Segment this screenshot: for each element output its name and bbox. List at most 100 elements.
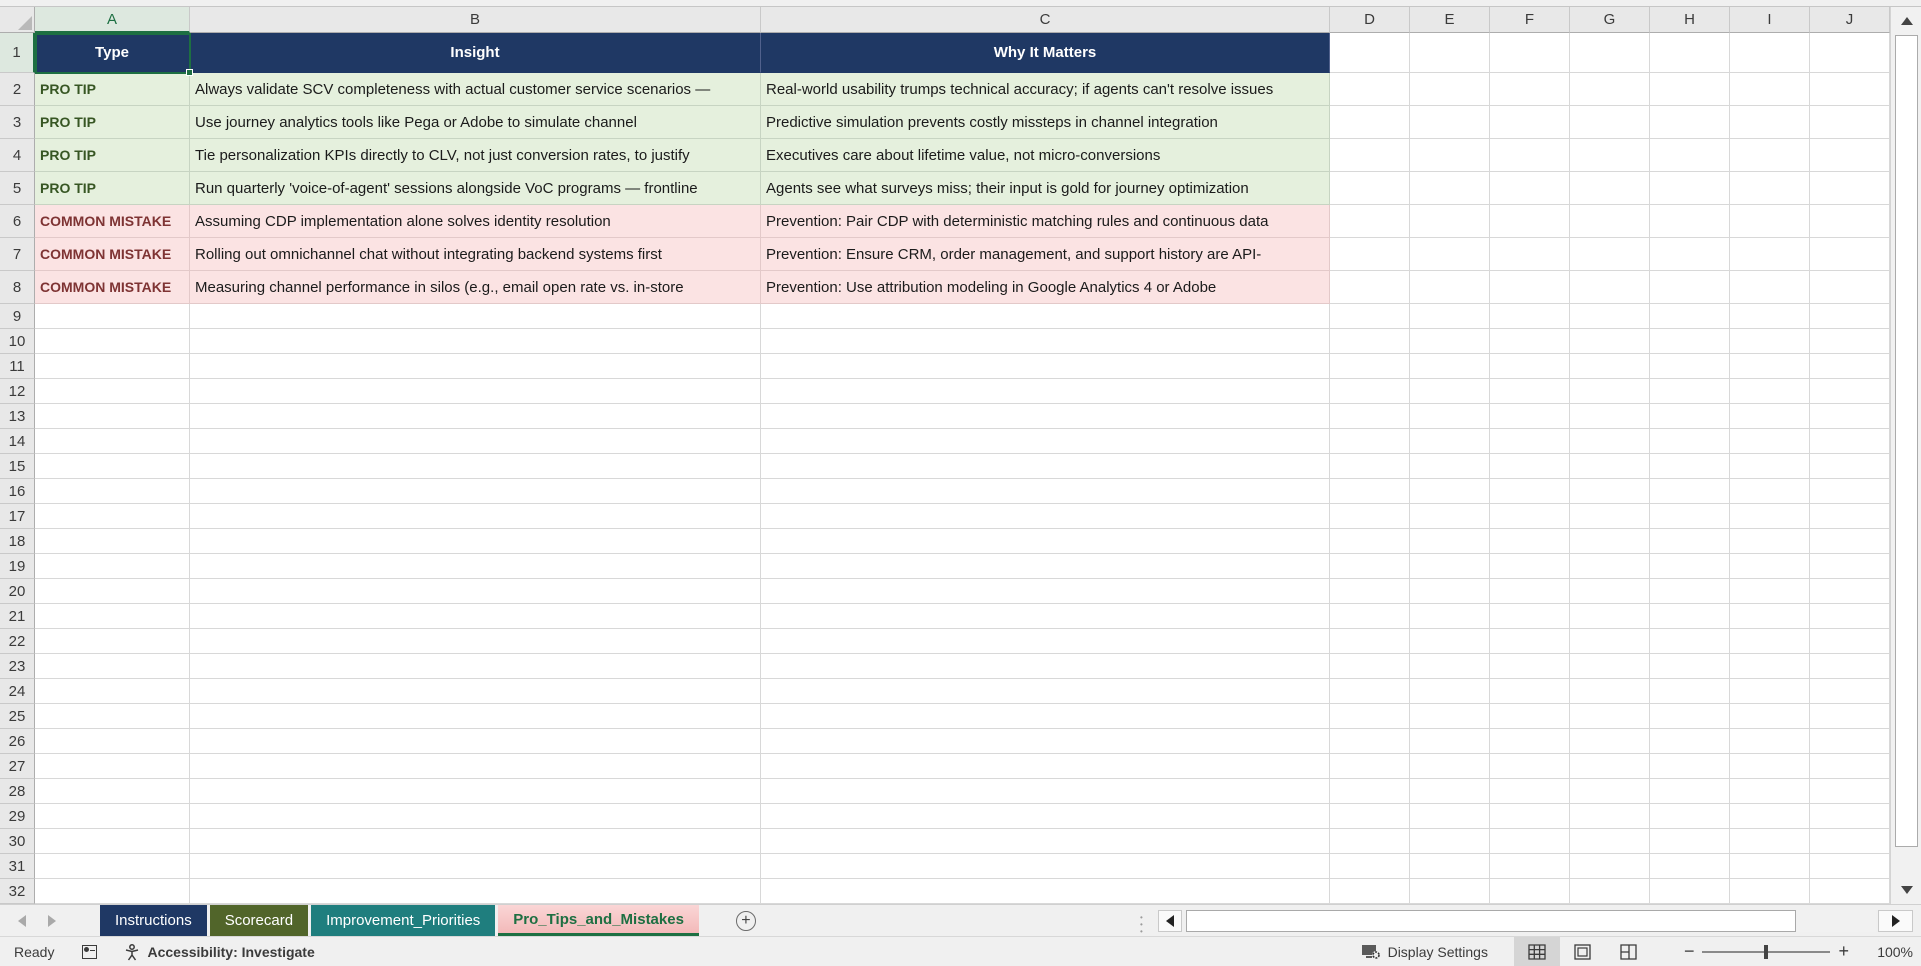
cell-e31[interactable]	[1410, 854, 1490, 879]
cell-j29[interactable]	[1810, 804, 1890, 829]
cell-j28[interactable]	[1810, 779, 1890, 804]
cell-a24[interactable]	[35, 679, 190, 704]
cell-j12[interactable]	[1810, 379, 1890, 404]
cell-g8[interactable]	[1570, 271, 1650, 304]
cell-f19[interactable]	[1490, 554, 1570, 579]
cell-j3[interactable]	[1810, 106, 1890, 139]
cell-i1[interactable]	[1730, 33, 1810, 73]
cell-d6[interactable]	[1330, 205, 1410, 238]
cell-a1[interactable]: Type	[35, 33, 190, 73]
cell-d10[interactable]	[1330, 329, 1410, 354]
vertical-scrollbar-thumb[interactable]	[1895, 35, 1918, 847]
cell-e28[interactable]	[1410, 779, 1490, 804]
hscroll-left-button[interactable]	[1158, 910, 1182, 932]
cell-d7[interactable]	[1330, 238, 1410, 271]
scroll-down-button[interactable]	[1894, 878, 1919, 902]
cell-g5[interactable]	[1570, 172, 1650, 205]
cell-f6[interactable]	[1490, 205, 1570, 238]
cell-j1[interactable]	[1810, 33, 1890, 73]
cell-c9[interactable]	[761, 304, 1330, 329]
cell-b30[interactable]	[190, 829, 761, 854]
cell-g7[interactable]	[1570, 238, 1650, 271]
cell-j23[interactable]	[1810, 654, 1890, 679]
horizontal-scrollbar-track[interactable]	[1796, 910, 1876, 932]
cell-c31[interactable]	[761, 854, 1330, 879]
cell-g27[interactable]	[1570, 754, 1650, 779]
cell-c3[interactable]: Predictive simulation prevents costly mi…	[761, 106, 1330, 139]
cell-e32[interactable]	[1410, 879, 1490, 904]
cell-h16[interactable]	[1650, 479, 1730, 504]
cell-b8[interactable]: Measuring channel performance in silos (…	[190, 271, 761, 304]
cell-i12[interactable]	[1730, 379, 1810, 404]
cell-e11[interactable]	[1410, 354, 1490, 379]
cell-d15[interactable]	[1330, 454, 1410, 479]
row-header-31[interactable]: 31	[0, 854, 35, 879]
display-settings-button[interactable]: Display Settings	[1361, 943, 1488, 961]
cell-e17[interactable]	[1410, 504, 1490, 529]
cell-g19[interactable]	[1570, 554, 1650, 579]
cell-b16[interactable]	[190, 479, 761, 504]
row-header-25[interactable]: 25	[0, 704, 35, 729]
cell-b29[interactable]	[190, 804, 761, 829]
zoom-slider[interactable]	[1702, 944, 1831, 959]
cell-a16[interactable]	[35, 479, 190, 504]
cell-e25[interactable]	[1410, 704, 1490, 729]
cell-g26[interactable]	[1570, 729, 1650, 754]
cell-h10[interactable]	[1650, 329, 1730, 354]
row-header-3[interactable]: 3	[0, 106, 35, 139]
hscroll-right-button[interactable]	[1878, 910, 1913, 932]
cell-c24[interactable]	[761, 679, 1330, 704]
cell-f9[interactable]	[1490, 304, 1570, 329]
cell-f4[interactable]	[1490, 139, 1570, 172]
zoom-slider-thumb[interactable]	[1763, 944, 1768, 959]
cell-j14[interactable]	[1810, 429, 1890, 454]
normal-view-button[interactable]	[1513, 936, 1560, 966]
cell-d30[interactable]	[1330, 829, 1410, 854]
cell-i2[interactable]	[1730, 73, 1810, 106]
cell-i20[interactable]	[1730, 579, 1810, 604]
cell-b6[interactable]: Assuming CDP implementation alone solves…	[190, 205, 761, 238]
cell-d27[interactable]	[1330, 754, 1410, 779]
column-header-a[interactable]: A	[35, 7, 190, 33]
cell-j15[interactable]	[1810, 454, 1890, 479]
cell-f27[interactable]	[1490, 754, 1570, 779]
sheet-tab-pro_tips_and_mistakes[interactable]: Pro_Tips_and_Mistakes	[498, 905, 699, 936]
cell-h27[interactable]	[1650, 754, 1730, 779]
cell-b22[interactable]	[190, 629, 761, 654]
cell-j5[interactable]	[1810, 172, 1890, 205]
cell-e4[interactable]	[1410, 139, 1490, 172]
page-layout-view-button[interactable]	[1560, 937, 1606, 966]
cell-f22[interactable]	[1490, 629, 1570, 654]
cell-b19[interactable]	[190, 554, 761, 579]
cell-e2[interactable]	[1410, 73, 1490, 106]
row-header-32[interactable]: 32	[0, 879, 35, 904]
row-header-22[interactable]: 22	[0, 629, 35, 654]
cell-g3[interactable]	[1570, 106, 1650, 139]
cell-d25[interactable]	[1330, 704, 1410, 729]
cell-i27[interactable]	[1730, 754, 1810, 779]
cell-g18[interactable]	[1570, 529, 1650, 554]
row-header-9[interactable]: 9	[0, 304, 35, 329]
cell-h1[interactable]	[1650, 33, 1730, 73]
cell-g20[interactable]	[1570, 579, 1650, 604]
cell-c30[interactable]	[761, 829, 1330, 854]
cell-f28[interactable]	[1490, 779, 1570, 804]
cell-d19[interactable]	[1330, 554, 1410, 579]
cell-h5[interactable]	[1650, 172, 1730, 205]
cell-e12[interactable]	[1410, 379, 1490, 404]
cell-j17[interactable]	[1810, 504, 1890, 529]
cell-b3[interactable]: Use journey analytics tools like Pega or…	[190, 106, 761, 139]
cell-b15[interactable]	[190, 454, 761, 479]
cell-g12[interactable]	[1570, 379, 1650, 404]
cell-i26[interactable]	[1730, 729, 1810, 754]
cell-j31[interactable]	[1810, 854, 1890, 879]
cell-b25[interactable]	[190, 704, 761, 729]
scrollbar-resize-handle[interactable]	[1140, 913, 1146, 929]
cell-f26[interactable]	[1490, 729, 1570, 754]
cell-i16[interactable]	[1730, 479, 1810, 504]
cell-e20[interactable]	[1410, 579, 1490, 604]
cell-a23[interactable]	[35, 654, 190, 679]
cell-a6[interactable]: COMMON MISTAKE	[35, 205, 190, 238]
cell-g15[interactable]	[1570, 454, 1650, 479]
cell-g25[interactable]	[1570, 704, 1650, 729]
